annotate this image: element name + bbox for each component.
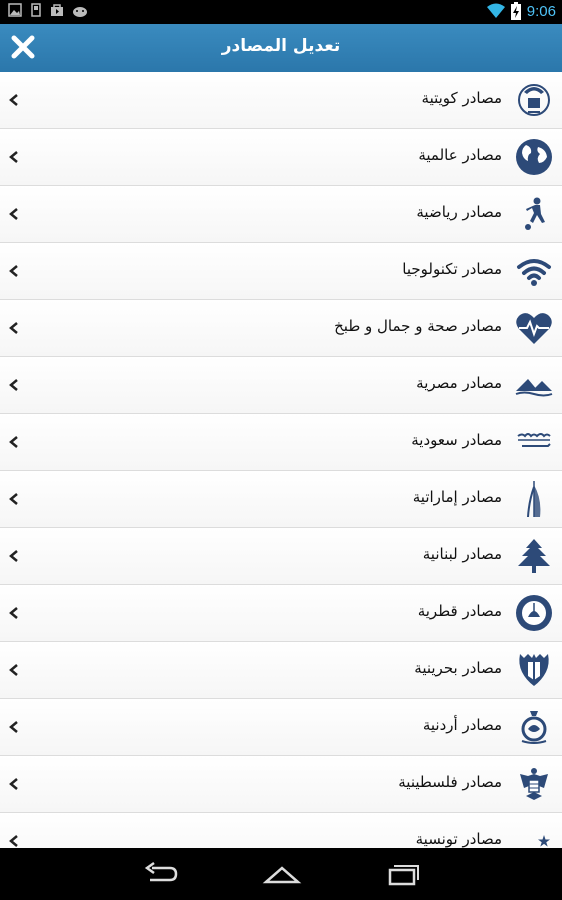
status-bar: 9:06	[0, 0, 562, 24]
list-item-label: مصادر أردنية	[422, 716, 502, 734]
list-item-label: مصادر تونسية	[415, 830, 502, 848]
chevron-left-icon	[9, 379, 18, 391]
qatar-emblem-icon	[516, 595, 552, 631]
list-item-label: مصادر إماراتية	[412, 488, 502, 506]
heart-pulse-icon	[516, 313, 552, 344]
chevron-left-icon	[9, 151, 18, 163]
list-item-tunisia[interactable]: مصادر تونسية	[0, 813, 562, 848]
list-item-label: مصادر قطرية	[417, 602, 502, 620]
list-item-label: مصادر سعودية	[411, 431, 502, 449]
chevron-left-icon	[9, 607, 18, 619]
list-item-label: مصادر تكنولوجيا	[402, 260, 502, 278]
list-item-label: مصادر كويتية	[421, 89, 502, 107]
list-item-jordan[interactable]: مصادر أردنية	[0, 699, 562, 756]
navigation-bar	[0, 848, 562, 900]
list-item-label: مصادر صحة و جمال و طبخ	[334, 317, 502, 335]
pyramids-icon	[515, 379, 553, 397]
burj-al-arab-icon	[527, 481, 541, 518]
home-icon[interactable]	[262, 860, 302, 888]
crescent-star-icon	[520, 825, 550, 848]
chevron-left-icon	[9, 94, 18, 106]
chevron-left-icon	[9, 835, 18, 847]
list-item-label: مصادر عالمية	[418, 146, 502, 164]
chevron-left-icon	[9, 721, 18, 733]
wifi-status-icon	[486, 3, 505, 18]
list-item-palestine[interactable]: مصادر فلسطينية	[0, 756, 562, 813]
chevron-left-icon	[9, 493, 18, 505]
bahrain-emblem-icon	[519, 654, 549, 686]
list-item-label: مصادر لبنانية	[422, 545, 502, 563]
list-item-kuwait[interactable]: مصادر كويتية	[0, 72, 562, 129]
list-item-saudi[interactable]: مصادر سعودية	[0, 414, 562, 471]
android-notification-icon	[73, 7, 87, 17]
sd-card-notification-icon	[31, 3, 41, 17]
chevron-left-icon	[9, 322, 18, 334]
chevron-left-icon	[9, 265, 18, 277]
chevron-left-icon	[9, 550, 18, 562]
list-item-sports[interactable]: مصادر رياضية	[0, 186, 562, 243]
list-item-bahrain[interactable]: مصادر بحرينية	[0, 642, 562, 699]
saudi-flag-icon	[517, 433, 551, 447]
chevron-left-icon	[9, 436, 18, 448]
page-title: تعديل المصادر	[221, 36, 341, 56]
list-item-egypt[interactable]: مصادر مصرية	[0, 357, 562, 414]
cedar-tree-icon	[518, 539, 550, 573]
back-icon[interactable]	[142, 860, 182, 888]
list-item-health[interactable]: مصادر صحة و جمال و طبخ	[0, 300, 562, 357]
list-item-label: مصادر بحرينية	[414, 659, 502, 677]
jordan-emblem-icon	[521, 711, 547, 744]
kuwait-emblem-icon	[518, 84, 550, 116]
chevron-left-icon	[9, 664, 18, 676]
list-item-label: مصادر فلسطينية	[398, 773, 502, 791]
store-notification-icon	[51, 4, 63, 16]
battery-icon	[510, 2, 521, 20]
globe-icon	[516, 139, 552, 175]
chevron-left-icon	[9, 208, 18, 220]
list-item-lebanon[interactable]: مصادر لبنانية	[0, 528, 562, 585]
app-bar: تعديل المصادر	[0, 24, 562, 73]
list-item-label: مصادر مصرية	[416, 374, 502, 392]
list-item-qatar[interactable]: مصادر قطرية	[0, 585, 562, 642]
recent-apps-icon[interactable]	[382, 860, 422, 888]
eagle-emblem-icon	[520, 768, 548, 800]
list-item-global[interactable]: مصادر عالمية	[0, 129, 562, 186]
list-item-uae[interactable]: مصادر إماراتية	[0, 471, 562, 528]
list-item-technology[interactable]: مصادر تكنولوجيا	[0, 243, 562, 300]
chevron-left-icon	[9, 778, 18, 790]
status-clock: 9:06	[526, 2, 556, 20]
sources-list[interactable]: مصادر كويتية مصادر عالمية مصادر رياضية م…	[0, 72, 562, 848]
list-item-label: مصادر رياضية	[416, 203, 502, 221]
wifi-icon	[517, 259, 551, 286]
image-notification-icon	[8, 3, 22, 17]
football-player-icon	[525, 197, 545, 230]
